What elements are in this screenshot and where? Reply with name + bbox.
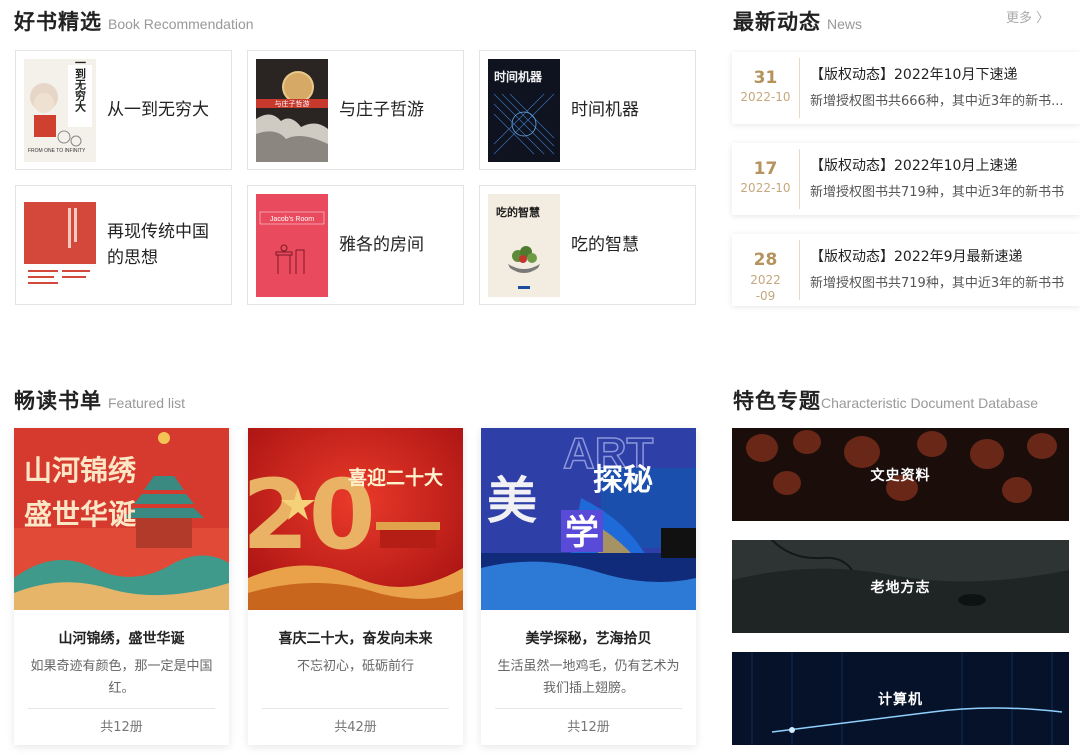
- news-date-2: 17 2022-10: [732, 149, 800, 209]
- cover-6-title: 吃的智慧: [496, 205, 540, 219]
- featured-desc: 不忘初心，砥砺前行: [296, 659, 414, 674]
- topic-card-3[interactable]: 计算机: [732, 652, 1069, 745]
- featured-title: 山河锦绣，盛世华诞: [58, 631, 185, 647]
- cover-1-title: 从一到无穷大: [74, 59, 88, 113]
- topic-section-title-en: Characteristic Document Database: [821, 395, 1039, 411]
- news-section-title: 最新动态 News: [733, 6, 862, 36]
- news-year-month: 2022-10: [740, 90, 791, 104]
- banner-3-mei: 美: [487, 472, 537, 530]
- book-section-title: 好书精选 Book Recommendation: [14, 6, 254, 36]
- news-item-2[interactable]: 17 2022-10 【版权动态】2022年10月上速递 新增授权图书共719种…: [732, 143, 1080, 215]
- news-day: 28: [753, 250, 778, 270]
- book-card-6[interactable]: 吃的智慧 吃的智慧: [479, 185, 696, 305]
- book-name-6: 吃的智慧: [571, 235, 639, 255]
- book-name-1: 从一到无穷大: [107, 100, 209, 120]
- featured-count: 共12册: [28, 708, 215, 745]
- book-name-5: 雅各的房间: [339, 235, 424, 255]
- book-name-2: 与庄子哲游: [339, 100, 424, 120]
- news-title[interactable]: 【版权动态】2022年10月下速递: [810, 64, 1017, 84]
- news-section-title-en: News: [827, 16, 863, 32]
- news-year-month: 2022-09: [750, 273, 781, 303]
- topic-section-title-cn: 特色专题: [733, 389, 821, 413]
- featured-banner-3: ART 美 学 探秘: [481, 428, 696, 610]
- book-cover-3: 时间机器: [488, 59, 560, 162]
- news-day: 31: [753, 68, 778, 88]
- book-name-4: 再现传统中国的思想: [107, 222, 209, 268]
- news-desc: 新增授权图书共719种，其中近3年的新书书: [810, 276, 1065, 291]
- featured-card-1[interactable]: 山河锦绣 盛世华诞 山河锦绣，盛世华诞 如果奇迹有颜色，那一定是中国红。 共12…: [14, 428, 229, 745]
- book-card-1[interactable]: 从一到无穷大 FROM ONE TO INFINITY 从一到无穷大: [15, 50, 232, 170]
- news-item-1[interactable]: 31 2022-10 【版权动态】2022年10月下速递 新增授权图书共666种…: [732, 52, 1080, 124]
- topic-section-title: 特色专题 Characteristic Document Database: [733, 385, 1038, 415]
- book-card-2[interactable]: 与庄子哲游 与庄子哲游: [247, 50, 464, 170]
- featured-card-3[interactable]: ART 美 学 探秘 美学探秘，艺海拾贝 生活虽然一地鸡毛，仍有艺术为我们插上翅…: [481, 428, 696, 745]
- featured-title: 喜庆二十大，奋发向未来: [278, 631, 433, 647]
- topic-card-1[interactable]: 文史资料: [732, 428, 1069, 521]
- cover-1-subtitle: FROM ONE TO INFINITY: [28, 148, 86, 154]
- book-cover-4: [24, 194, 96, 297]
- news-more-link[interactable]: 更多 〉: [1006, 7, 1049, 26]
- featured-card-2[interactable]: 20 喜迎二十大 喜庆二十大，奋发向未来 不忘初心，砥砺前行 共42册: [248, 428, 463, 745]
- featured-count: 共12册: [495, 708, 682, 745]
- featured-section-title-cn: 畅读书单: [14, 389, 102, 413]
- book-name-3: 时间机器: [571, 100, 639, 120]
- banner-3-tanmi: 探秘: [593, 463, 653, 498]
- cover-5-title: Jacob's Room: [270, 216, 314, 223]
- news-title[interactable]: 【版权动态】2022年10月上速递: [810, 155, 1017, 175]
- news-desc: 新增授权图书共666种，其中近3年的新书...: [810, 94, 1064, 109]
- topic-label: 计算机: [878, 691, 923, 708]
- topic-label: 文史资料: [870, 467, 931, 484]
- news-section-title-cn: 最新动态: [733, 10, 821, 34]
- banner-1-line-2: 盛世华诞: [24, 498, 137, 531]
- featured-section-title-en: Featured list: [108, 395, 186, 411]
- featured-banner-2: 20 喜迎二十大: [248, 428, 463, 610]
- book-cover-2: 与庄子哲游: [256, 59, 328, 162]
- book-cover-6: 吃的智慧: [488, 194, 560, 297]
- featured-banner-1: 山河锦绣 盛世华诞: [14, 428, 229, 610]
- news-date-3: 28 2022-09: [732, 240, 800, 303]
- featured-count: 共42册: [262, 708, 449, 745]
- banner-3-xue: 学: [565, 513, 599, 553]
- featured-section-title: 畅读书单 Featured list: [14, 385, 185, 415]
- book-section-title-cn: 好书精选: [14, 10, 102, 34]
- news-date-1: 31 2022-10: [732, 58, 800, 118]
- book-card-5[interactable]: Jacob's Room 雅各的房间: [247, 185, 464, 305]
- book-card-4[interactable]: 再现传统中国的思想: [15, 185, 232, 305]
- book-cover-5: Jacob's Room: [256, 194, 328, 297]
- cover-2-title: 与庄子哲游: [275, 99, 310, 108]
- banner-1-line-1: 山河锦绣: [24, 454, 137, 487]
- book-card-3[interactable]: 时间机器 时间机器: [479, 50, 696, 170]
- news-desc: 新增授权图书共719种，其中近3年的新书书: [810, 185, 1065, 200]
- banner-2-title: 喜迎二十大: [348, 466, 443, 489]
- featured-desc: 生活虽然一地鸡毛，仍有艺术为我们插上翅膀。: [497, 659, 680, 696]
- news-title[interactable]: 【版权动态】2022年9月最新速递: [810, 246, 1023, 266]
- news-year-month: 2022-10: [740, 181, 791, 195]
- featured-title: 美学探秘，艺海拾贝: [525, 631, 652, 647]
- book-section-title-en: Book Recommendation: [108, 16, 254, 32]
- cover-3-title: 时间机器: [494, 69, 543, 84]
- topic-label: 老地方志: [870, 579, 931, 596]
- book-cover-1: 从一到无穷大 FROM ONE TO INFINITY: [24, 59, 96, 162]
- news-day: 17: [753, 159, 778, 179]
- news-item-3[interactable]: 28 2022-09 【版权动态】2022年9月最新速递 新增授权图书共719种…: [732, 234, 1080, 306]
- featured-desc: 如果奇迹有颜色，那一定是中国红。: [30, 659, 213, 696]
- topic-card-2[interactable]: 老地方志: [732, 540, 1069, 633]
